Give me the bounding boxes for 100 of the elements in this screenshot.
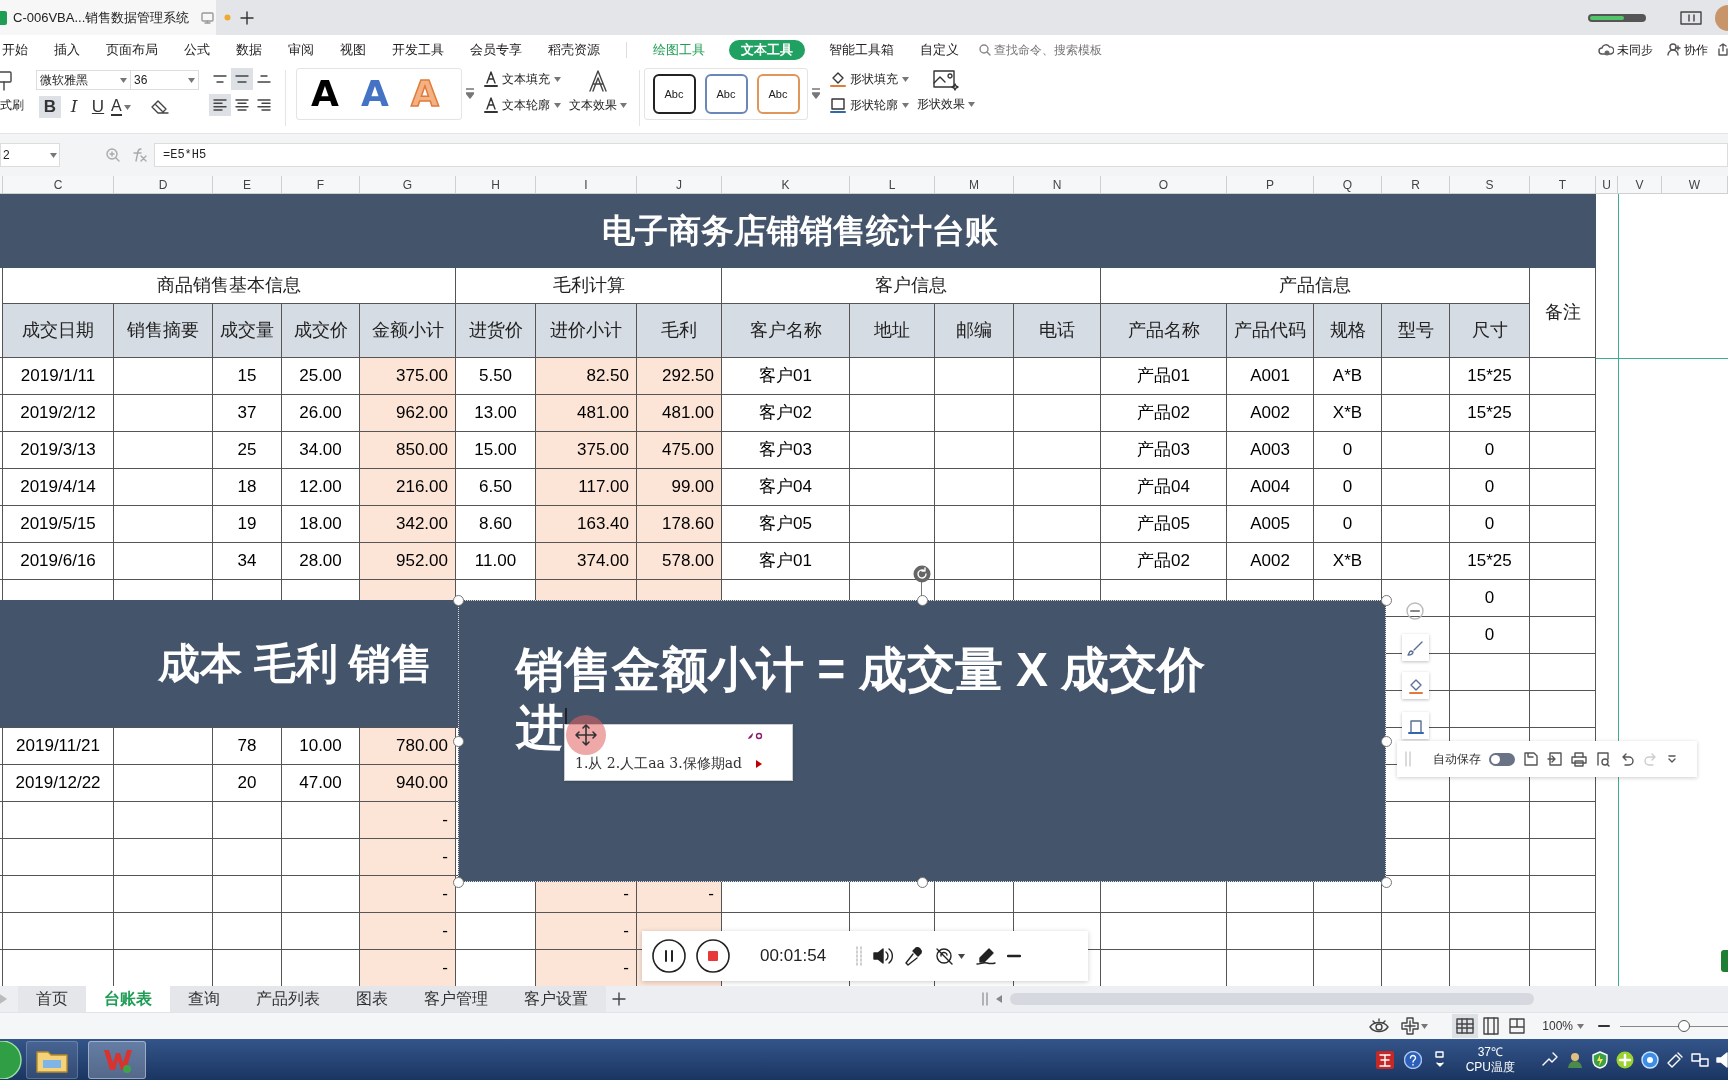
plus-badge-icon[interactable] <box>1616 1050 1634 1069</box>
autosave-toggle[interactable] <box>1489 752 1515 766</box>
column-header[interactable]: K <box>781 176 790 193</box>
eye-icon[interactable] <box>1369 1018 1390 1034</box>
help-icon[interactable] <box>1403 1050 1422 1069</box>
ribbon-tab[interactable]: 数据 <box>234 39 264 60</box>
input-method-icon[interactable] <box>1375 1050 1394 1069</box>
ribbon-tab[interactable]: 会员专享 <box>468 39 524 60</box>
font-size-select[interactable]: 36 <box>131 70 199 90</box>
resize-handle[interactable] <box>453 595 464 606</box>
microphone-icon[interactable] <box>904 946 925 966</box>
column-header[interactable]: D <box>158 176 168 193</box>
column-header[interactable]: I <box>584 176 588 193</box>
format-painter-button[interactable]: 式刷 <box>0 64 30 112</box>
pause-icon[interactable] <box>652 939 686 973</box>
text-effect-button[interactable]: 文本效果 <box>569 64 627 114</box>
rotate-handle-icon[interactable] <box>913 565 931 583</box>
candidate-list[interactable]: 1.从 2.人工aa 3.保修期ad <box>575 753 742 774</box>
scroll-left-icon[interactable] <box>996 995 1002 1003</box>
name-box[interactable]: 2 <box>0 143 60 167</box>
grip-icon[interactable] <box>1405 751 1411 767</box>
tablet-mode-icon[interactable] <box>1680 10 1702 25</box>
pen-icon[interactable] <box>975 946 998 966</box>
sync-button[interactable]: 未同步 <box>1598 40 1653 59</box>
resize-handle[interactable] <box>453 736 464 747</box>
font-family-select[interactable]: 微软雅黑 <box>36 70 131 90</box>
speaker-icon[interactable] <box>872 946 895 966</box>
ribbon-tab[interactable]: 开始 <box>0 39 30 60</box>
network-icon[interactable] <box>1691 1050 1709 1069</box>
text-fill-button[interactable]: 文本填充 <box>484 70 561 88</box>
new-tab-icon[interactable] <box>240 10 254 25</box>
resize-handle[interactable] <box>1381 736 1392 747</box>
eraser-icon[interactable] <box>150 99 169 115</box>
ribbon-tab[interactable]: 公式 <box>182 39 212 60</box>
add-sheet-icon[interactable] <box>612 992 626 1006</box>
format-button[interactable]: I <box>63 96 85 118</box>
column-header[interactable]: E <box>243 176 251 193</box>
column-header[interactable]: G <box>402 176 413 193</box>
gallery-more-icon[interactable] <box>466 88 474 100</box>
next-page-icon[interactable] <box>756 759 762 768</box>
export-icon[interactable] <box>1547 751 1563 767</box>
resize-handle[interactable] <box>917 877 928 888</box>
column-header[interactable]: M <box>969 176 979 193</box>
sheet-tab[interactable]: 首页 <box>18 986 86 1012</box>
resize-handle[interactable] <box>917 595 928 606</box>
search-icon[interactable] <box>979 43 991 56</box>
fill-button[interactable] <box>1402 672 1429 699</box>
save-icon[interactable] <box>1523 751 1539 767</box>
resize-handle[interactable] <box>1381 595 1392 606</box>
undo-icon[interactable] <box>1619 751 1635 767</box>
shield-icon[interactable] <box>1591 1050 1609 1069</box>
shape-style-sample[interactable]: Abc <box>756 74 800 114</box>
sheet-tab[interactable]: 客户管理 <box>406 986 506 1012</box>
dropdown-icon[interactable] <box>1667 754 1677 764</box>
column-header[interactable]: S <box>1485 176 1494 193</box>
ribbon-tab[interactable]: 自定义 <box>918 39 961 60</box>
sheet-tab[interactable]: 产品列表 <box>238 986 338 1012</box>
gallery-more-icon[interactable] <box>812 88 820 100</box>
shape-effect-button[interactable]: 形状效果 <box>917 64 975 113</box>
volume-icon[interactable] <box>1716 1050 1728 1069</box>
view-button[interactable] <box>1452 1014 1479 1038</box>
column-header[interactable]: F <box>316 176 325 193</box>
format-button[interactable]: B <box>39 96 61 118</box>
ribbon-tab[interactable]: 稻壳资源 <box>546 39 602 60</box>
shape-fill-button[interactable]: 形状填充 <box>830 70 909 88</box>
column-header[interactable]: V <box>1635 176 1644 193</box>
column-header[interactable]: J <box>676 176 682 193</box>
column-header[interactable]: R <box>1411 176 1420 193</box>
ribbon-tab[interactable]: 页面布局 <box>104 39 160 60</box>
grip-icon[interactable] <box>856 946 863 966</box>
ribbon-tab[interactable]: 插入 <box>52 39 82 60</box>
text-outline-button[interactable]: 文本轮廓 <box>484 96 561 114</box>
tray-expand-icon[interactable] <box>1433 1050 1446 1069</box>
column-header[interactable]: P <box>1266 176 1274 193</box>
text-style-sample[interactable]: A <box>351 71 399 117</box>
collapse-icon[interactable] <box>1406 602 1424 620</box>
shape-style-sample[interactable]: Abc <box>652 74 696 114</box>
user-status-icon[interactable] <box>1566 1050 1584 1069</box>
zoom-slider[interactable] <box>1620 1020 1728 1032</box>
column-header[interactable]: U <box>1602 176 1611 193</box>
ribbon-tab[interactable]: 开发工具 <box>390 39 446 60</box>
stop-icon[interactable] <box>696 939 730 973</box>
resize-handle[interactable] <box>1381 877 1392 888</box>
print-preview-icon[interactable] <box>1595 751 1611 767</box>
column-header[interactable]: O <box>1158 176 1169 193</box>
format-button[interactable]: U <box>87 96 109 118</box>
column-header[interactable]: T <box>1558 176 1567 193</box>
zoom-select[interactable]: 100% <box>1542 1017 1584 1035</box>
outline-button[interactable] <box>1402 712 1429 739</box>
banner-shape[interactable]: 成本 毛利 销售 <box>0 600 458 727</box>
ribbon-tab[interactable]: 绘图工具 <box>651 39 707 60</box>
align-button[interactable] <box>209 94 231 116</box>
share-icon[interactable] <box>1718 43 1728 56</box>
column-header[interactable]: Q <box>1342 176 1353 193</box>
shape-style-sample[interactable]: Abc <box>704 74 748 114</box>
resize-handle[interactable] <box>453 877 464 888</box>
text-style-sample[interactable]: A <box>301 71 349 117</box>
column-header[interactable]: N <box>1052 176 1062 193</box>
column-header[interactable]: C <box>53 176 63 193</box>
align-button[interactable] <box>231 68 253 90</box>
